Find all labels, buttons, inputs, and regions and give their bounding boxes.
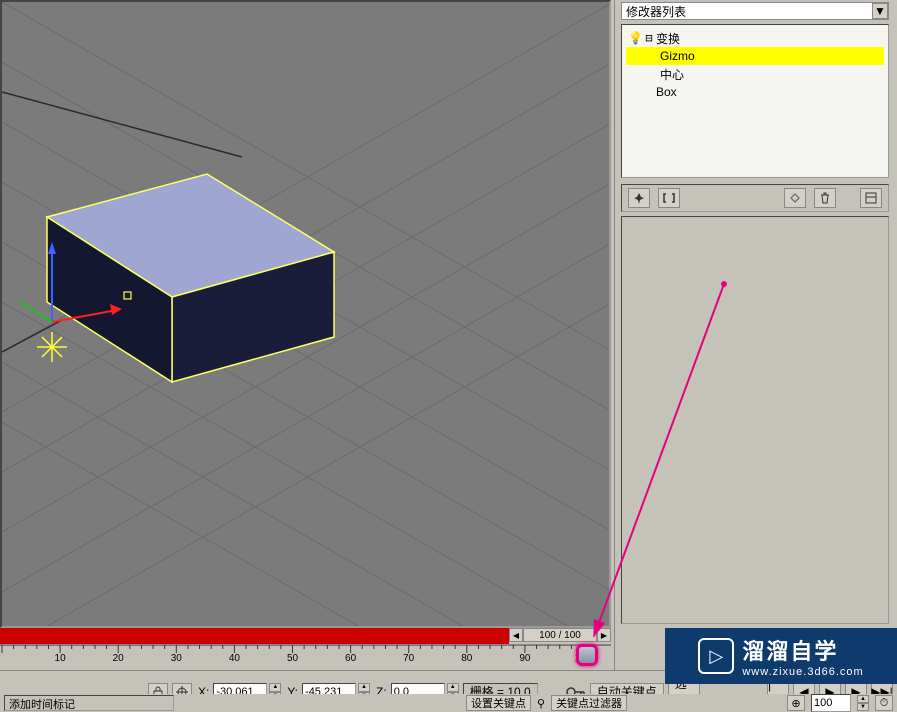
scroll-left-button[interactable]: ◀ [509, 628, 523, 642]
set-key-button[interactable]: 设置关键点 [466, 695, 531, 711]
key-filter-button[interactable]: 关键点过滤器 [551, 695, 627, 711]
stack-label: 变换 [656, 30, 680, 47]
ruler-tick-label: 60 [345, 653, 356, 664]
ruler-tick-label: 20 [113, 653, 124, 664]
modifier-list-dropdown[interactable]: 修改器列表 ▼ [621, 2, 889, 20]
show-end-result-button[interactable] [658, 188, 680, 208]
time-slider-handle[interactable] [576, 644, 598, 666]
frame-spinner[interactable]: ▲▼ [857, 695, 869, 711]
brackets-icon [663, 192, 675, 204]
watermark-title: 溜溜自学 [742, 634, 863, 666]
make-unique-button[interactable] [784, 188, 806, 208]
pin-stack-button[interactable] [628, 188, 650, 208]
stack-item-gizmo[interactable]: Gizmo [626, 47, 884, 65]
stack-item-xform[interactable]: 💡 ⊟ 变换 [626, 29, 884, 47]
trash-icon [819, 192, 831, 204]
modifier-panel: 修改器列表 ▼ 💡 ⊟ 变换 Gizmo 中心 Box [614, 0, 897, 712]
scroll-right-button[interactable]: ▶ [597, 628, 611, 642]
status-bar-row2: 添加时间标记 设置关键点 ⚲ 关键点过滤器 ⊕ ▲▼ ⏱ [0, 694, 897, 712]
configure-modifier-sets-button[interactable] [860, 188, 882, 208]
ruler-tick-label: 90 [519, 653, 530, 664]
collapse-icon[interactable]: ⊟ [642, 31, 656, 45]
current-frame-input[interactable] [811, 694, 851, 712]
viewport-3d[interactable] [0, 0, 611, 628]
stack-label: 中心 [660, 66, 684, 83]
stack-label: Box [656, 85, 677, 99]
watermark-overlay: ▷ 溜溜自学 www.zixue.3d66.com [665, 628, 897, 684]
key-filter-icon: ⚲ [537, 697, 545, 710]
ruler-tick-label: 10 [55, 653, 66, 664]
timeline-scrollbar: ◀ 100 / 100 ▶ [509, 628, 611, 644]
stack-item-center[interactable]: 中心 [626, 65, 884, 83]
modifier-stack[interactable]: 💡 ⊟ 变换 Gizmo 中心 Box [621, 24, 889, 178]
timeline-track[interactable]: ◀ 100 / 100 ▶ [0, 628, 611, 644]
box-object [47, 174, 334, 382]
ruler-tick-label: 40 [229, 653, 240, 664]
ruler-tick-label: 80 [461, 653, 472, 664]
viewport-scene [2, 2, 611, 628]
time-config-button[interactable]: ⏱ [875, 695, 893, 711]
add-time-tag-button[interactable]: 添加时间标记 [4, 695, 174, 711]
stack-label: Gizmo [660, 49, 695, 63]
stack-toolbar [621, 184, 889, 212]
remove-modifier-button[interactable] [814, 188, 836, 208]
config-icon [865, 192, 877, 204]
stack-item-box[interactable]: Box [626, 83, 884, 101]
key-mode-button[interactable]: ⊕ [787, 695, 805, 711]
frame-indicator: 100 / 100 [523, 628, 597, 642]
lightbulb-icon: 💡 [628, 31, 642, 45]
ruler-tick-label: 50 [287, 653, 298, 664]
play-logo-icon: ▷ [698, 638, 734, 674]
unique-icon [789, 192, 801, 204]
ruler-tick-label: 70 [403, 653, 414, 664]
ruler-tick-label: 30 [171, 653, 182, 664]
modifier-dropdown-label: 修改器列表 [626, 3, 686, 20]
watermark-url: www.zixue.3d66.com [742, 666, 863, 678]
rollout-area [621, 216, 889, 624]
time-ruler[interactable]: 102030405060708090100 [0, 644, 611, 668]
chevron-down-icon[interactable]: ▼ [872, 3, 888, 19]
pin-icon [633, 192, 645, 204]
